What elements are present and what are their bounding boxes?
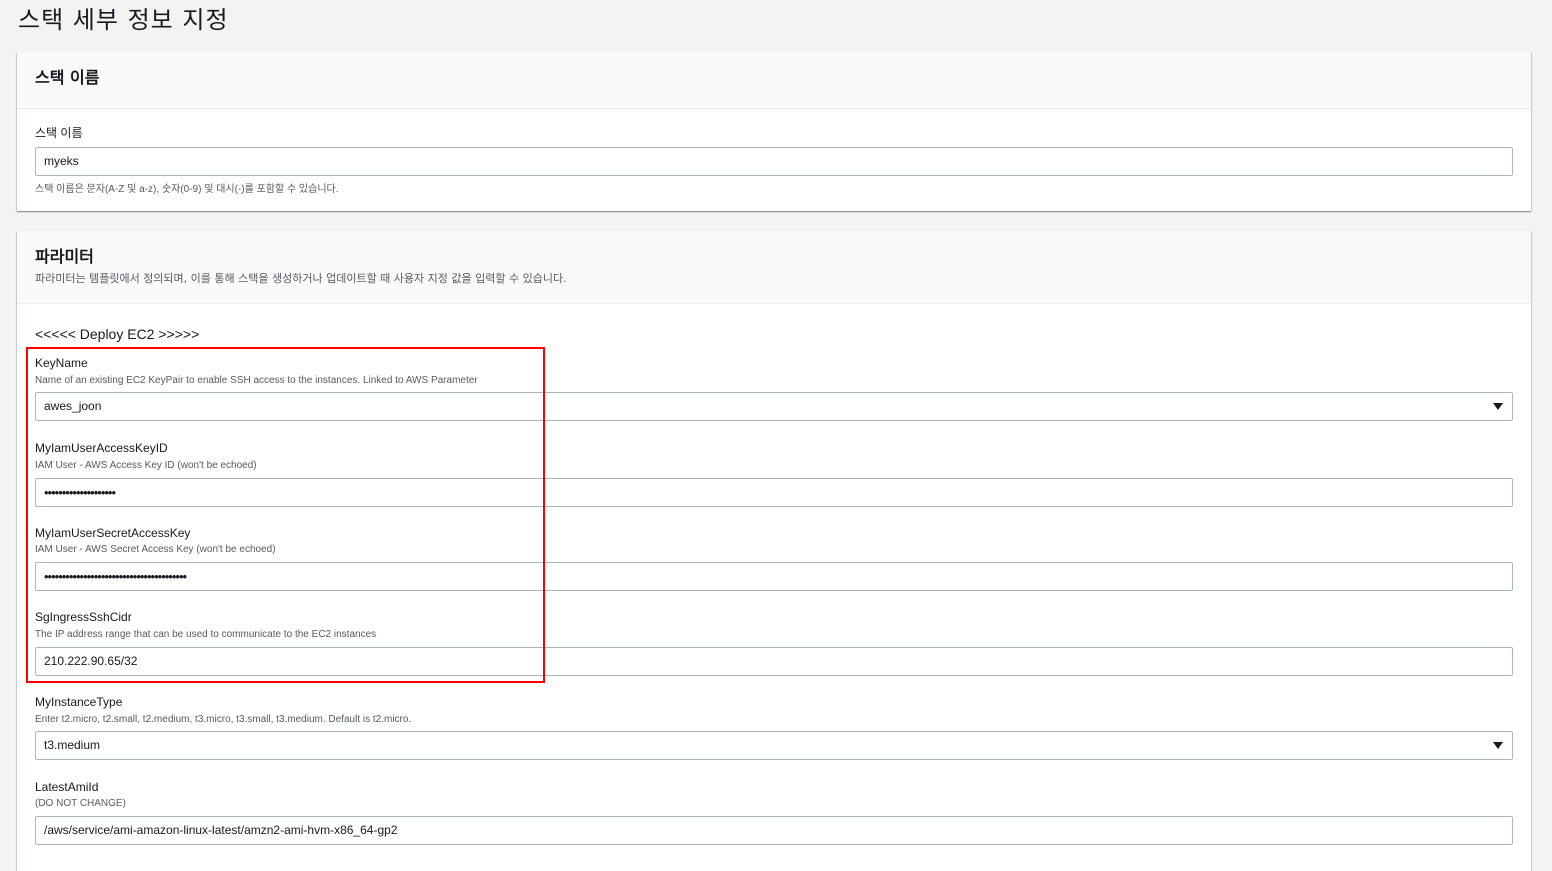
- keyname-label: KeyName: [35, 356, 88, 370]
- secret-access-key-input[interactable]: ••••••••••••••••••••••••••••••••••••••••: [35, 562, 1513, 591]
- parameters-panel-title: 파라미터: [35, 247, 94, 266]
- instance-type-select[interactable]: t3.medium: [35, 731, 1513, 760]
- ssh-cidr-input[interactable]: 210.222.90.65/32: [35, 647, 1513, 676]
- instance-type-select-value: t3.medium: [44, 738, 101, 752]
- page-title: 스택 세부 정보 지정: [18, 6, 229, 34]
- parameters-panel-description: 파라미터는 템플릿에서 정의되며, 이를 통해 스택을 생성하거나 업데이트할 …: [35, 272, 567, 285]
- secret-access-key-description: IAM User - AWS Secret Access Key (won't …: [35, 544, 276, 555]
- ssh-cidr-description: The IP address range that can be used to…: [35, 629, 377, 640]
- stack-name-panel-header: 스택 이름: [17, 52, 1531, 109]
- keyname-description: Name of an existing EC2 KeyPair to enabl…: [35, 375, 478, 386]
- stack-name-label: 스택 이름: [35, 126, 83, 140]
- instance-type-label: MyInstanceType: [35, 695, 123, 709]
- access-key-id-description: IAM User - AWS Access Key ID (won't be e…: [35, 460, 257, 471]
- access-key-id-label: MyIamUserAccessKeyID: [35, 441, 168, 455]
- latest-ami-id-input[interactable]: /aws/service/ami-amazon-linux-latest/amz…: [35, 816, 1513, 845]
- caret-down-icon: [1493, 403, 1503, 410]
- parameters-panel-header: 파라미터 파라미터는 템플릿에서 정의되며, 이를 통해 스택을 생성하거나 업…: [17, 231, 1531, 304]
- caret-down-icon: [1493, 742, 1503, 749]
- stack-name-input[interactable]: myeks: [35, 147, 1513, 176]
- keyname-select-value: awes_joon: [44, 399, 102, 413]
- keyname-select[interactable]: awes_joon: [35, 392, 1513, 421]
- stack-name-panel: 스택 이름 스택 이름 myeks 스택 이름은 문자(A-Z 및 a-z), …: [17, 52, 1531, 211]
- stack-name-panel-title: 스택 이름: [35, 68, 100, 87]
- ssh-cidr-label: SgIngressSshCidr: [35, 610, 132, 624]
- stack-name-hint: 스택 이름은 문자(A-Z 및 a-z), 숫자(0-9) 및 대시(-)를 포…: [35, 184, 339, 195]
- access-key-id-input[interactable]: ••••••••••••••••••••: [35, 478, 1513, 507]
- parameters-panel: 파라미터 파라미터는 템플릿에서 정의되며, 이를 통해 스택을 생성하거나 업…: [17, 231, 1531, 871]
- secret-access-key-label: MyIamUserSecretAccessKey: [35, 526, 191, 540]
- instance-type-description: Enter t2.micro, t2.small, t2.medium, t3.…: [35, 714, 412, 725]
- parameter-group-label: <<<<< Deploy EC2 >>>>>: [35, 326, 200, 342]
- latest-ami-id-description: (DO NOT CHANGE): [35, 798, 126, 809]
- latest-ami-id-label: LatestAmiId: [35, 780, 99, 794]
